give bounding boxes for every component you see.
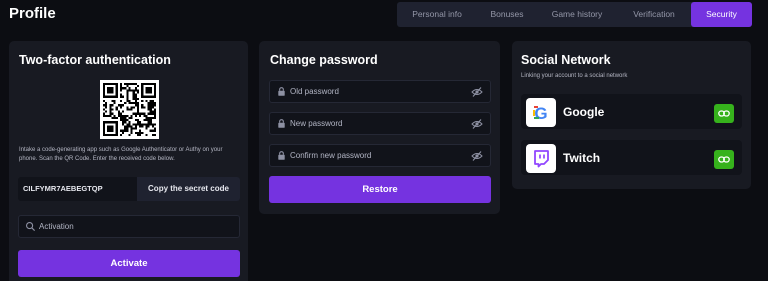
link-icon [718, 110, 730, 117]
profile-tabs: Personal info Bonuses Game history Verif… [397, 2, 752, 27]
eye-off-icon[interactable] [471, 150, 483, 162]
lock-icon [278, 151, 285, 160]
lock-icon [278, 87, 285, 96]
secret-code-box: CILFYMR7AEBEGTQP Copy the secret code [18, 177, 240, 201]
restore-button[interactable]: Restore [269, 176, 491, 203]
copy-secret-button[interactable]: Copy the secret code [137, 177, 240, 201]
twitch-label: Twitch [563, 151, 601, 165]
social-row-twitch: Twitch [521, 140, 742, 175]
twitch-logo-icon [526, 144, 556, 173]
link-icon [718, 156, 730, 163]
search-key-icon [26, 222, 36, 232]
qr-code [100, 80, 159, 139]
google-label: Google [563, 105, 605, 119]
two-factor-description: Intake a code-generating app such as Goo… [19, 147, 223, 162]
confirm-password-input[interactable] [290, 145, 470, 166]
change-password-title: Change password [270, 53, 378, 67]
social-network-subtitle: Linking your account to a social network [521, 73, 628, 79]
eye-off-icon[interactable] [471, 118, 483, 130]
eye-off-icon[interactable] [471, 86, 483, 98]
confirm-password-field [269, 144, 491, 167]
page-title: Profile [9, 5, 56, 22]
activation-field [18, 215, 240, 238]
two-factor-title: Two-factor authentication [19, 53, 171, 67]
lock-icon [278, 119, 285, 128]
tab-game-history[interactable]: Game history [537, 2, 617, 27]
tab-security[interactable]: Security [691, 2, 752, 27]
new-password-input[interactable] [290, 113, 470, 134]
social-row-google: G Google [521, 94, 742, 129]
tab-bonuses[interactable]: Bonuses [477, 2, 537, 27]
activation-input[interactable] [39, 216, 219, 237]
old-password-field [269, 80, 491, 103]
activate-button[interactable]: Activate [18, 250, 240, 277]
secret-code: CILFYMR7AEBEGTQP [23, 184, 103, 193]
link-twitch-button[interactable] [714, 150, 734, 169]
tab-verification[interactable]: Verification [617, 2, 691, 27]
link-google-button[interactable] [714, 104, 734, 123]
old-password-input[interactable] [290, 81, 470, 102]
social-network-title: Social Network [521, 53, 611, 67]
google-logo-icon: G [526, 98, 556, 127]
tab-personal-info[interactable]: Personal info [397, 2, 477, 27]
new-password-field [269, 112, 491, 135]
